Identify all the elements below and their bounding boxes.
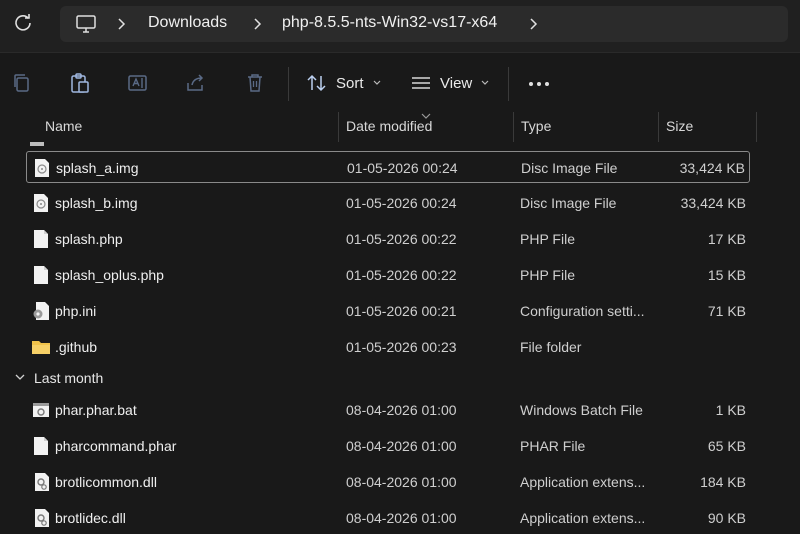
column-header-row: Name Date modified Type Size: [0, 112, 800, 142]
file-type: PHP File: [520, 231, 575, 247]
chevron-down-icon: [15, 374, 25, 380]
file-type: Disc Image File: [520, 195, 617, 211]
file-type: Application extens...: [520, 474, 646, 490]
view-button[interactable]: View: [410, 69, 498, 97]
more-options-icon[interactable]: [526, 75, 552, 93]
file-row[interactable]: pharcommand.phar 08-04-2026 01:00 PHAR F…: [26, 430, 750, 462]
file-row[interactable]: php.ini 01-05-2026 00:21 Configuration s…: [26, 295, 750, 327]
file-date: 08-04-2026 01:00: [346, 402, 457, 418]
folder-row[interactable]: .github 01-05-2026 00:23 File folder: [26, 331, 750, 363]
breadcrumb-item-downloads[interactable]: Downloads: [148, 14, 227, 32]
file-name: splash.php: [55, 231, 123, 247]
file-size: 17 KB: [707, 231, 746, 247]
this-pc-icon[interactable]: [74, 12, 98, 36]
address-bar-area: Downloads php-8.5.5-nts-Win32-vs17-x64: [0, 0, 800, 52]
file-type: Application extens...: [520, 510, 646, 526]
column-divider[interactable]: [513, 112, 514, 142]
chevron-right-icon[interactable]: [114, 14, 130, 34]
column-divider[interactable]: [756, 112, 757, 142]
file-type: PHP File: [520, 267, 575, 283]
file-date: 01-05-2026 00:23: [346, 339, 457, 355]
file-date: 01-05-2026 00:22: [346, 231, 457, 247]
file-date: 01-05-2026 00:24: [347, 160, 458, 176]
sort-label: Sort: [336, 74, 364, 92]
phar-file-icon: [34, 437, 48, 455]
file-size: 15 KB: [707, 267, 746, 283]
group-header-last-month[interactable]: Last month: [14, 367, 314, 391]
file-name: splash_a.img: [56, 160, 139, 176]
disc-image-file-icon: [35, 159, 49, 177]
column-header-type[interactable]: Type: [521, 118, 551, 134]
config-file-icon: [33, 302, 49, 320]
dll-file-icon: [35, 509, 49, 527]
file-date: 08-04-2026 01:00: [346, 438, 457, 454]
toolbar-separator: [288, 67, 289, 101]
file-date: 01-05-2026 00:21: [346, 303, 457, 319]
file-type: Configuration setti...: [520, 303, 645, 319]
file-name: splash_oplus.php: [55, 267, 164, 283]
php-file-icon: [34, 230, 48, 248]
php-file-icon: [34, 266, 48, 284]
command-bar: Sort View: [0, 52, 800, 113]
file-size: 90 KB: [707, 510, 746, 526]
batch-file-icon: [33, 403, 49, 417]
refresh-icon[interactable]: [12, 12, 34, 34]
file-name: phar.phar.bat: [55, 402, 137, 418]
file-name: pharcommand.phar: [55, 438, 177, 454]
view-label: View: [440, 74, 473, 92]
file-size: 71 KB: [707, 303, 746, 319]
file-name: splash_b.img: [55, 195, 138, 211]
file-type: PHAR File: [520, 438, 586, 454]
file-type: Disc Image File: [521, 160, 618, 176]
column-header-name[interactable]: Name: [45, 118, 82, 134]
toolbar-separator: [508, 67, 509, 101]
file-date: 08-04-2026 01:00: [346, 510, 457, 526]
file-date: 01-05-2026 00:22: [346, 267, 457, 283]
group-label: Last month: [34, 370, 104, 386]
dll-file-icon: [35, 473, 49, 491]
rename-icon[interactable]: [126, 71, 150, 95]
copy-icon[interactable]: [10, 71, 34, 95]
breadcrumb[interactable]: Downloads php-8.5.5-nts-Win32-vs17-x64: [60, 6, 788, 42]
file-row[interactable]: brotlidec.dll 08-04-2026 01:00 Applicati…: [26, 502, 750, 534]
column-header-date-modified[interactable]: Date modified: [346, 118, 432, 134]
file-date: 08-04-2026 01:00: [346, 474, 457, 490]
file-size: 65 KB: [707, 438, 746, 454]
file-size: 184 KB: [700, 474, 746, 490]
file-row[interactable]: splash.php 01-05-2026 00:22 PHP File 17 …: [26, 223, 750, 255]
file-name: php.ini: [55, 303, 97, 319]
file-row[interactable]: brotlicommon.dll 08-04-2026 01:00 Applic…: [26, 466, 750, 498]
folder-icon: [32, 341, 50, 354]
share-icon[interactable]: [184, 71, 208, 95]
file-size: 33,424 KB: [680, 195, 746, 211]
file-name: .github: [55, 339, 98, 355]
chevron-down-icon: [481, 80, 489, 85]
column-divider[interactable]: [338, 112, 339, 142]
paste-icon[interactable]: [68, 71, 92, 95]
delete-icon[interactable]: [243, 71, 267, 95]
file-name: brotlicommon.dll: [55, 474, 157, 490]
file-type: Windows Batch File: [520, 402, 643, 418]
sort-icon: [307, 74, 326, 92]
file-date: 01-05-2026 00:24: [346, 195, 457, 211]
file-row[interactable]: phar.phar.bat 08-04-2026 01:00 Windows B…: [26, 394, 750, 426]
column-header-size[interactable]: Size: [666, 118, 693, 134]
file-size: 33,424 KB: [679, 160, 745, 176]
column-divider[interactable]: [658, 112, 659, 142]
file-row[interactable]: splash_a.img 01-05-2026 00:24 Disc Image…: [26, 151, 750, 183]
file-row[interactable]: splash_b.img 01-05-2026 00:24 Disc Image…: [26, 187, 750, 219]
breadcrumb-item-folder[interactable]: php-8.5.5-nts-Win32-vs17-x64: [282, 14, 497, 32]
disc-image-file-icon: [34, 194, 48, 212]
sort-button[interactable]: Sort: [306, 69, 390, 97]
partial-row-above: [30, 142, 44, 146]
file-size: 1 KB: [715, 402, 746, 418]
file-row[interactable]: splash_oplus.php 01-05-2026 00:22 PHP Fi…: [26, 259, 750, 291]
chevron-right-icon[interactable]: [250, 14, 266, 34]
view-list-icon: [412, 77, 430, 89]
chevron-right-icon[interactable]: [526, 14, 542, 34]
file-name: brotlidec.dll: [55, 510, 126, 526]
chevron-down-icon: [373, 80, 380, 85]
file-type: File folder: [520, 339, 582, 355]
